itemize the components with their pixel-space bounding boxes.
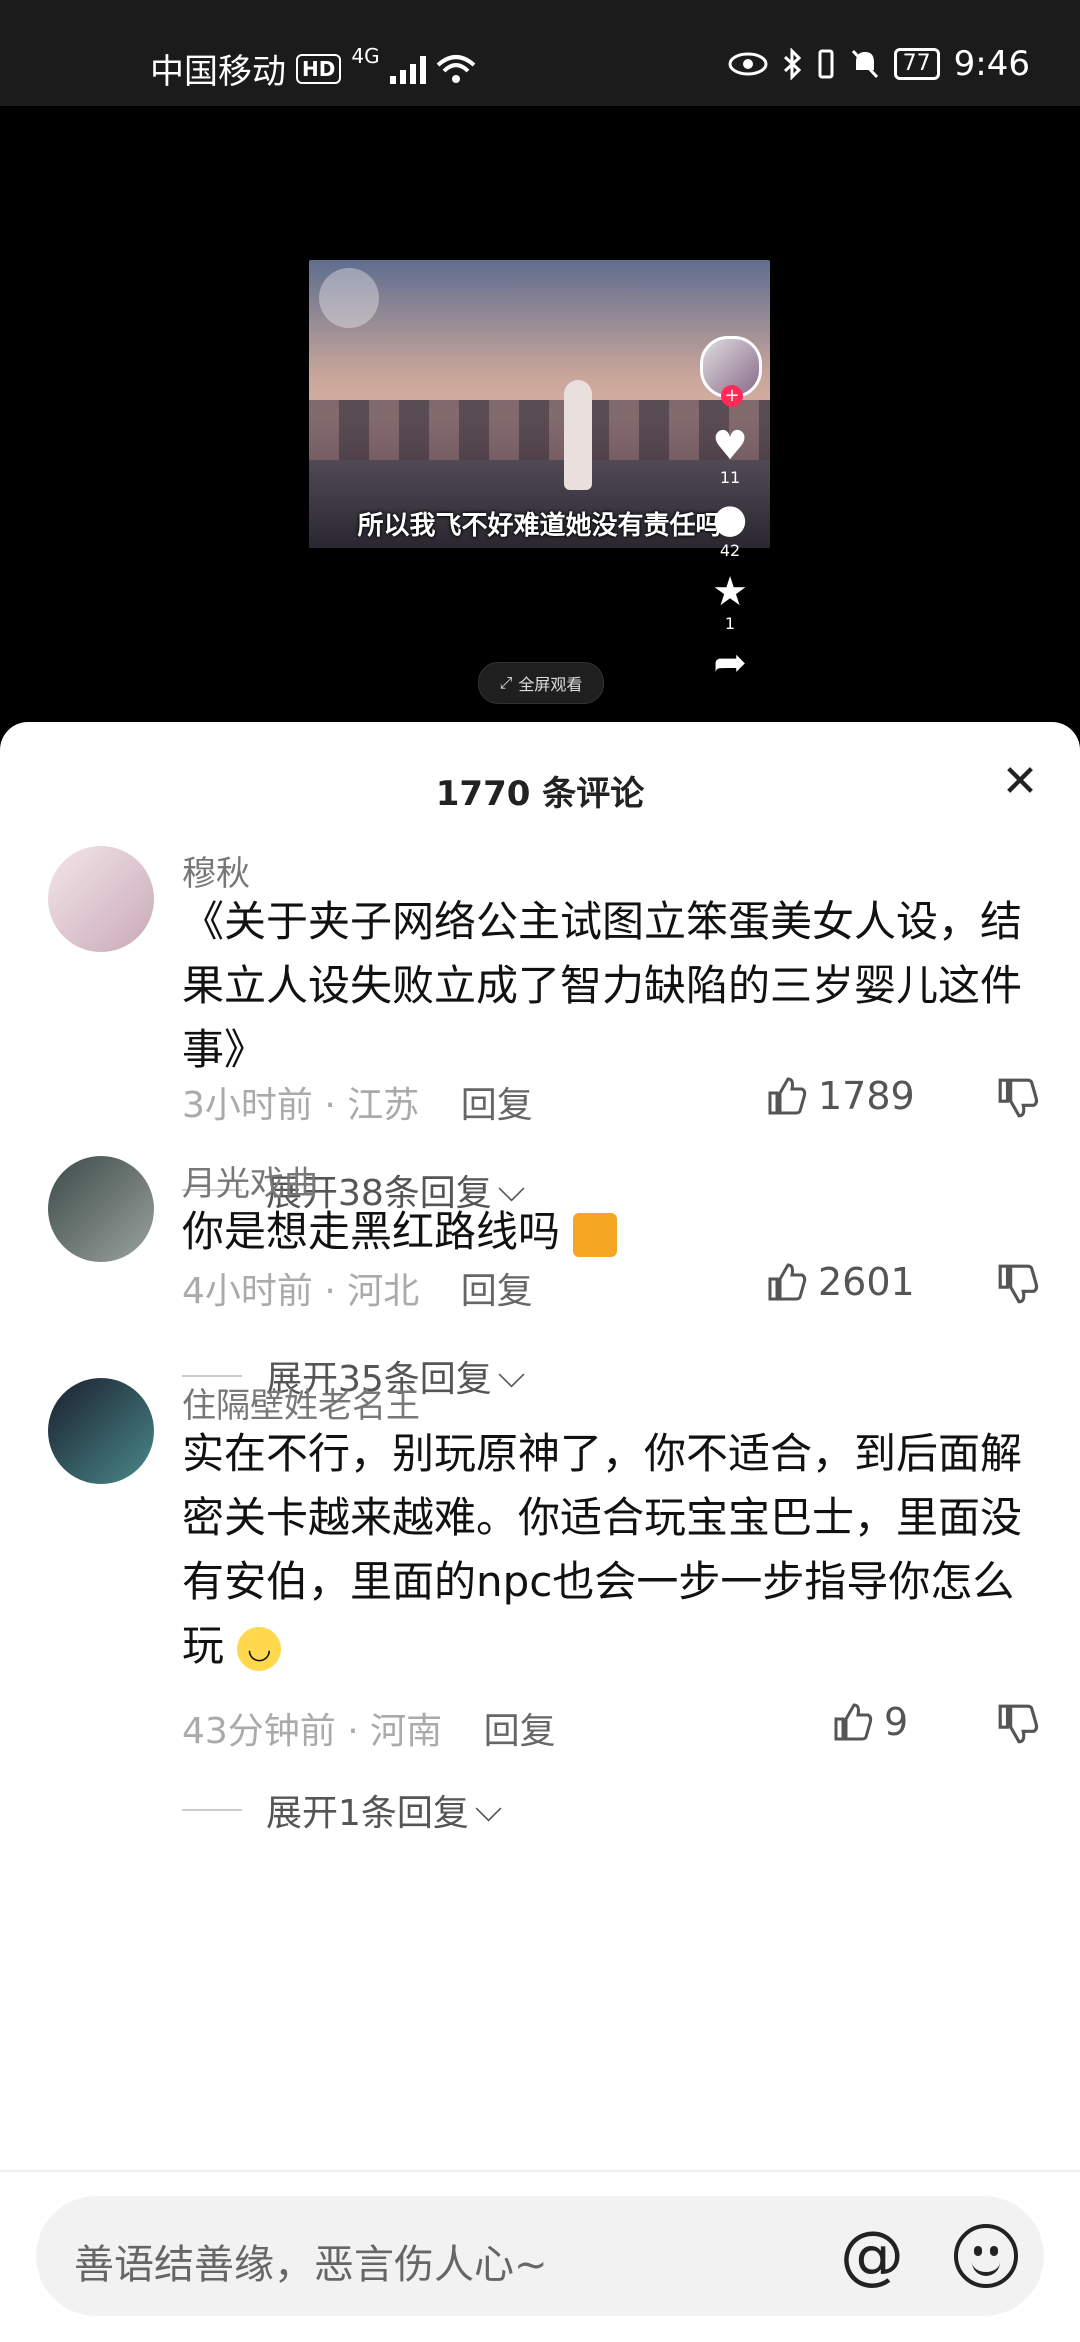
meta-separator: ·: [324, 1271, 348, 1312]
action-rail: + ♥ 11 ● 42 ★ 1 ➦: [700, 336, 762, 685]
like-count: 9: [884, 1700, 909, 1744]
comment-text: 你是想走黑红路线吗: [182, 1200, 1022, 1264]
thumbs-down-icon[interactable]: [996, 1702, 1040, 1746]
thumbs-up-icon: [768, 1077, 807, 1115]
avatar[interactable]: [48, 1156, 154, 1262]
comment-time: 43分钟前: [182, 1711, 336, 1752]
like-count: 11: [719, 468, 741, 487]
chevron-down-icon: ⌵: [497, 1355, 526, 1396]
wifi-icon: [436, 54, 475, 83]
eye-icon: [728, 52, 768, 76]
comment-username[interactable]: 穆秋: [182, 846, 250, 895]
hd-badge: HD: [296, 53, 342, 84]
minimap-icon: [319, 268, 379, 328]
comment-text-body: 你是想走黑红路线吗: [182, 1207, 561, 1256]
vibrate-icon: [818, 49, 834, 79]
comment-location: 河北: [347, 1271, 420, 1312]
mention-icon[interactable]: @: [840, 2216, 904, 2296]
video-player[interactable]: 所以我飞不好难道她没有责任吗 + ♥ 11 ● 42 ★ 1 ➦ ⤢ 全屏观看: [0, 106, 1080, 746]
comment-location: 河南: [370, 1711, 443, 1752]
video-character: [564, 380, 592, 490]
chevron-down-icon: ⌵: [474, 1789, 503, 1830]
follow-plus-icon[interactable]: +: [721, 385, 743, 407]
comment-time: 4小时前: [182, 1271, 313, 1312]
like-button[interactable]: 9: [832, 1700, 908, 1744]
comment-count-title: 1770 条评论: [435, 774, 645, 814]
clock: 9:46: [953, 44, 1030, 84]
favorite-count: 1: [724, 614, 736, 633]
divider: [182, 1375, 242, 1377]
emoji-icon[interactable]: [954, 2224, 1018, 2288]
comment-username[interactable]: 月光戏曲: [182, 1156, 318, 1205]
divider: [182, 1809, 242, 1811]
expand-replies-label: 展开1条回复: [266, 1793, 469, 1834]
meta-separator: ·: [347, 1711, 371, 1752]
signal-icon: [389, 54, 426, 84]
reply-button[interactable]: 回复: [484, 1711, 556, 1752]
like-count: 2601: [818, 1260, 915, 1304]
avatar[interactable]: [48, 1378, 154, 1484]
fullscreen-label: 全屏观看: [518, 675, 583, 694]
thumbs-up-icon: [768, 1263, 807, 1301]
thumbs-up-icon: [834, 1703, 873, 1741]
reply-button[interactable]: 回复: [461, 1085, 533, 1126]
like-button[interactable]: 1789: [766, 1074, 915, 1118]
comment-input[interactable]: 善语结善缘，恶言伤人心~ @: [36, 2196, 1044, 2316]
comment-location: 江苏: [347, 1085, 420, 1126]
comment-meta: 3小时前 · 江苏 回复: [182, 1076, 533, 1128]
comment-text: 实在不行，别玩原神了，你不适合，到后面解密关卡越来越难。你适合玩宝宝巴士，里面没…: [182, 1422, 1022, 1678]
comment-sheet: 1770 条评论 ✕ 穆秋 《关于夹子网络公主试图立笨蛋美女人设，结果立人设失败…: [0, 722, 1080, 2340]
like-count: 1789: [818, 1074, 915, 1118]
comment-username[interactable]: 住隔壁姓老名王: [182, 1378, 420, 1427]
comment-meta: 4小时前 · 河北 回复: [182, 1262, 533, 1314]
author-avatar[interactable]: +: [700, 336, 762, 407]
comment-input-placeholder: 善语结善缘，恶言伤人心~: [74, 2242, 548, 2288]
cat-emoji-icon: [573, 1212, 618, 1257]
heart-icon[interactable]: ♥: [700, 424, 760, 468]
status-bar: 中国移动 HD 4G 77 9:46: [0, 0, 1080, 106]
avatar[interactable]: [48, 846, 154, 952]
fullscreen-icon: ⤢: [499, 673, 513, 692]
comment-icon[interactable]: ●: [700, 497, 760, 541]
comment-count: 42: [719, 541, 741, 560]
carrier-label: 中国移动: [150, 52, 286, 92]
meta-separator: ·: [324, 1085, 348, 1126]
comment-text-body: 实在不行，别玩原神了，你不适合，到后面解密关卡越来越难。你适合玩宝宝巴士，里面没…: [182, 1429, 1023, 1670]
network-label: 4G: [351, 44, 380, 68]
thumbs-down-icon[interactable]: [996, 1076, 1040, 1120]
expand-replies-button[interactable]: 展开1条回复 ⌵: [182, 1784, 502, 1836]
reply-button[interactable]: 回复: [461, 1271, 533, 1312]
battery-icon: 77: [893, 48, 940, 80]
comment-input-bar: 善语结善缘，恶言伤人心~ @: [0, 2170, 1080, 2342]
sweat-smile-emoji-icon: ◡: [237, 1626, 282, 1671]
fullscreen-button[interactable]: ⤢ 全屏观看: [478, 662, 604, 704]
mute-icon: [851, 49, 878, 79]
comment-meta: 43分钟前 · 河南 回复: [182, 1702, 556, 1754]
close-icon[interactable]: ✕: [996, 758, 1044, 806]
thumbs-down-icon[interactable]: [996, 1262, 1040, 1306]
comment-text: 《关于夹子网络公主试图立笨蛋美女人设，结果立人设失败立成了智力缺陷的三岁婴儿这件…: [182, 897, 1023, 1074]
star-icon[interactable]: ★: [700, 570, 760, 614]
share-icon[interactable]: ➦: [700, 641, 760, 685]
like-button[interactable]: 2601: [766, 1260, 915, 1304]
comment-time: 3小时前: [182, 1085, 313, 1126]
bluetooth-icon: [783, 48, 801, 80]
